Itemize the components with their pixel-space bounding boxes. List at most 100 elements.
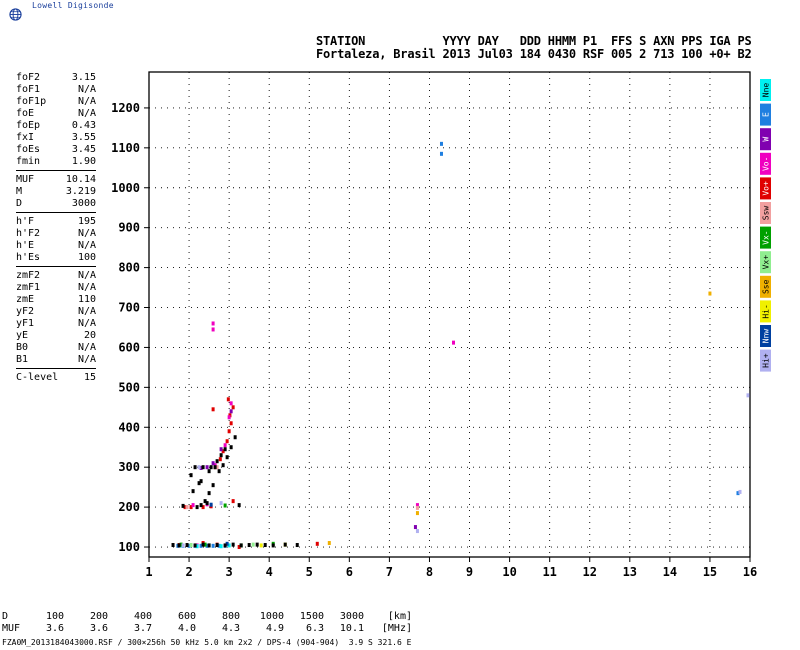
echo-point bbox=[189, 543, 193, 548]
muf-cell: 600 bbox=[177, 611, 196, 622]
echo-point bbox=[226, 397, 230, 402]
legend-label: Ssw bbox=[762, 206, 771, 221]
echo-point bbox=[189, 473, 193, 478]
muf-cell: 400 bbox=[133, 611, 152, 622]
echo-point bbox=[229, 421, 233, 426]
muf-table-row: MUF 3.6 3.6 3.7 4.0 4.3 4.9 6.3 10.1 [MHz] bbox=[2, 623, 412, 635]
echo-point bbox=[171, 543, 175, 548]
echo-point bbox=[223, 543, 227, 548]
x-tick-label: 13 bbox=[623, 565, 637, 579]
x-tick-label: 4 bbox=[266, 565, 273, 579]
echo-point bbox=[746, 393, 750, 398]
echo-point bbox=[193, 465, 197, 470]
plot-frame bbox=[148, 71, 751, 558]
legend-item: Hi+ bbox=[760, 349, 771, 372]
echo-point bbox=[215, 459, 219, 464]
x-tick-label: 5 bbox=[306, 565, 313, 579]
muf-row-label: D bbox=[2, 611, 9, 622]
x-tick-label: 8 bbox=[426, 565, 433, 579]
file-info-footer: FZA0M_2013184043000.RSF / 300×256h 50 kH… bbox=[2, 638, 412, 647]
legend-item: Vx+ bbox=[760, 251, 771, 274]
echo-point bbox=[181, 503, 185, 508]
muf-cell: 10.1 bbox=[339, 623, 364, 634]
echo-point bbox=[251, 542, 255, 547]
echo-point bbox=[415, 511, 419, 516]
echo-point bbox=[295, 543, 299, 548]
legend-label: W bbox=[762, 137, 771, 142]
legend-item: W bbox=[760, 128, 771, 151]
echo-point bbox=[197, 481, 201, 486]
y-tick-label: 100 bbox=[118, 540, 140, 554]
echo-point bbox=[209, 465, 213, 470]
echo-point bbox=[201, 465, 205, 470]
muf-cell: 3.7 bbox=[133, 623, 152, 634]
y-tick-label: 1100 bbox=[111, 141, 140, 155]
legend-label: Vo- bbox=[762, 157, 771, 171]
echo-point bbox=[229, 409, 233, 414]
y-tick-label: 400 bbox=[118, 420, 140, 434]
echo-point bbox=[255, 542, 259, 547]
echo-point bbox=[205, 465, 209, 470]
echo-point bbox=[415, 505, 419, 510]
x-tick-label: 12 bbox=[583, 565, 597, 579]
echo-point bbox=[229, 445, 233, 450]
echo-point bbox=[185, 505, 189, 510]
legend-item: Nnw bbox=[760, 325, 771, 347]
echo-point bbox=[231, 499, 235, 504]
echo-point bbox=[229, 401, 233, 406]
echo-point bbox=[207, 543, 211, 548]
legend-item: Vx- bbox=[760, 226, 771, 249]
muf-table-row: D 100 200 400 600 800 1000 1500 3000 [km] bbox=[2, 611, 412, 623]
echo-point bbox=[201, 542, 205, 547]
echo-point bbox=[439, 151, 443, 156]
x-tick-label: 1 bbox=[145, 565, 152, 579]
legend-label: E bbox=[762, 112, 771, 117]
muf-cell: 200 bbox=[89, 611, 108, 622]
x-tick-label: 16 bbox=[743, 565, 757, 579]
y-tick-label: 1000 bbox=[111, 181, 140, 195]
muf-cell: 6.3 bbox=[305, 623, 324, 634]
x-tick-label: 11 bbox=[542, 565, 556, 579]
muf-unit: [km] bbox=[387, 611, 412, 622]
echo-point bbox=[413, 525, 417, 530]
echo-point bbox=[218, 457, 222, 462]
y-tick-label: 800 bbox=[118, 261, 140, 275]
echo-point bbox=[247, 543, 251, 548]
legend-item: Sse bbox=[760, 275, 771, 298]
echo-point bbox=[259, 543, 263, 548]
legend-label: Sse bbox=[762, 279, 771, 294]
muf-cell: 4.3 bbox=[221, 623, 240, 634]
y-tick-label: 600 bbox=[118, 340, 140, 354]
y-tick-label: 900 bbox=[118, 221, 140, 235]
x-tick-label: 9 bbox=[466, 565, 473, 579]
echo-point bbox=[191, 489, 195, 494]
echo-point bbox=[215, 543, 219, 548]
echo-point bbox=[327, 541, 331, 546]
echo-point bbox=[227, 415, 231, 420]
legend-item: Hi- bbox=[760, 300, 771, 323]
y-tick-label: 500 bbox=[118, 380, 140, 394]
echo-point bbox=[219, 501, 223, 506]
echo-point bbox=[211, 407, 215, 412]
echo-point bbox=[191, 503, 195, 508]
legend-label: Nne bbox=[762, 83, 771, 98]
legend-label: Vo+ bbox=[762, 181, 771, 196]
legend-item: Nne bbox=[760, 79, 771, 101]
echo-point bbox=[231, 542, 235, 547]
echo-point bbox=[738, 489, 742, 494]
echo-point bbox=[195, 505, 199, 510]
echo-point bbox=[315, 541, 319, 546]
legend-label: Vx+ bbox=[762, 255, 771, 270]
echo-point bbox=[209, 502, 213, 507]
ionogram-chart: 1 2 3 4 5 6 7 8 9 10 11 12 13 14 15 1610020030040050060… bbox=[111, 71, 771, 579]
echo-point bbox=[239, 543, 243, 548]
x-tick-label: 14 bbox=[663, 565, 677, 579]
x-tick-label: 2 bbox=[185, 565, 192, 579]
y-tick-label: 200 bbox=[118, 500, 140, 514]
legend-item: Vo- bbox=[760, 152, 771, 175]
echo-point bbox=[415, 529, 419, 534]
muf-cell: 4.9 bbox=[265, 623, 284, 634]
muf-cell: 1500 bbox=[299, 611, 324, 622]
echo-point bbox=[452, 340, 456, 345]
x-tick-label: 10 bbox=[502, 565, 516, 579]
